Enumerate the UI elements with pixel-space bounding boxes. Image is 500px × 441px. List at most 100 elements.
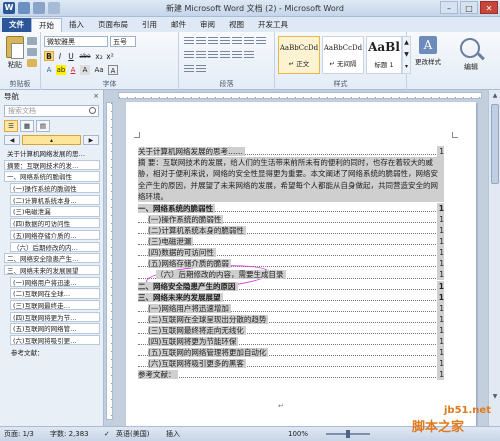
nav-prev-icon[interactable]: ◀ [4, 135, 21, 145]
paste-icon[interactable] [6, 36, 24, 59]
redo-icon[interactable] [48, 2, 60, 14]
toc-entry[interactable]: 关于计算机网络发展的思考…… 1 [138, 146, 444, 157]
font-color-button[interactable]: A [68, 65, 78, 75]
nav-heading-item[interactable]: (一)网络用户将迅速… [10, 276, 100, 287]
toc-entry[interactable]: (一)网络用户将迅速增加 1 [138, 302, 444, 314]
zoom-slider[interactable] [318, 430, 378, 438]
align-left-icon[interactable] [184, 51, 194, 60]
nav-heading-item[interactable]: (六)互联网将吸引更… [10, 335, 100, 346]
text-effects-button[interactable]: A [44, 65, 54, 75]
line-spacing-icon[interactable] [244, 51, 254, 60]
nav-heading-item[interactable]: (四)互联网将更为节… [10, 311, 100, 322]
nav-heading-item[interactable]: 一、网络系统的脆弱性 [4, 171, 100, 182]
bold-button[interactable]: B [44, 51, 54, 61]
toc-entry[interactable]: （六）后期修改的内容，需要生成目录 1 [138, 269, 444, 281]
font-size-select[interactable]: 五号 [110, 36, 136, 47]
styles-scroll-buttons[interactable]: ▲ ▼ ▾ [402, 36, 411, 74]
toc-entry[interactable]: (三)电磁泄漏 1 [138, 236, 444, 248]
minimize-button[interactable]: – [440, 1, 458, 14]
multilevel-list-icon[interactable] [208, 37, 218, 46]
maximize-button[interactable]: □ [460, 1, 478, 14]
nav-heading-selector[interactable]: ▴ [22, 135, 81, 145]
toc-entry[interactable]: (四)互联网将更为节能环保 1 [138, 336, 444, 348]
nav-next-icon[interactable]: ▶ [82, 135, 100, 145]
status-language[interactable]: 英语(美国) [116, 427, 149, 441]
toc-entry[interactable]: (二)计算机系统本身的脆弱性 1 [138, 225, 444, 237]
tab-page-layout[interactable]: 页面布局 [91, 18, 135, 32]
tab-references[interactable]: 引用 [135, 18, 164, 32]
status-proofing-icon[interactable]: ✓ [104, 427, 110, 441]
status-word-count[interactable]: 字数: 2,383 [50, 427, 89, 441]
tab-view[interactable]: 视图 [222, 18, 251, 32]
nav-heading-item[interactable]: (三)电磁泄漏 [10, 206, 100, 217]
numbering-icon[interactable] [196, 37, 206, 46]
browse-pages-tab[interactable]: ▦ [20, 120, 34, 132]
strikethrough-button[interactable]: abe [77, 51, 93, 61]
tab-review[interactable]: 审阅 [193, 18, 222, 32]
align-right-icon[interactable] [208, 51, 218, 60]
cut-icon[interactable] [27, 37, 37, 45]
tab-insert[interactable]: 插入 [62, 18, 91, 32]
toc-entry[interactable]: 参考文献： 1 [138, 369, 444, 381]
search-icon[interactable] [89, 107, 96, 114]
show-marks-icon[interactable] [256, 37, 266, 46]
font-name-select[interactable]: 微软雅黑 [44, 36, 108, 47]
close-button[interactable]: ✕ [480, 1, 498, 14]
find-icon[interactable] [460, 38, 480, 58]
tab-developer[interactable]: 开发工具 [251, 18, 295, 32]
tab-mailings[interactable]: 邮件 [164, 18, 193, 32]
shading-icon[interactable] [184, 65, 194, 74]
italic-button[interactable]: I [55, 51, 65, 61]
distribute-icon[interactable] [232, 51, 242, 60]
status-page[interactable]: 页面: 1/3 [4, 427, 34, 441]
toc-entry[interactable]: (四)数据的可访问性 1 [138, 247, 444, 259]
vertical-scrollbar[interactable]: ▲ ▼ [488, 90, 500, 426]
zoom-knob[interactable] [346, 430, 350, 438]
format-painter-icon[interactable] [27, 59, 37, 67]
highlight-button[interactable]: ab [56, 65, 66, 75]
status-insert-mode[interactable]: 插入 [166, 427, 180, 441]
nav-heading-item[interactable]: (二)互联网在全球… [10, 288, 100, 299]
browse-headings-tab[interactable]: ☰ [4, 120, 18, 132]
copy-icon[interactable] [27, 48, 37, 56]
subscript-button[interactable]: x₂ [94, 51, 104, 61]
bullets-icon[interactable] [184, 37, 194, 46]
undo-icon[interactable] [33, 2, 45, 14]
nav-heading-item[interactable]: (一)操作系统的脆弱性 [10, 183, 100, 194]
change-styles-button[interactable]: A 更改样式 [412, 34, 444, 66]
nav-heading-item[interactable]: 关于计算机网络发展的思… [4, 148, 100, 158]
align-center-icon[interactable] [196, 51, 206, 60]
scroll-down-icon[interactable]: ▼ [490, 392, 500, 402]
toc-entry[interactable]: (六)互联网将吸引更多的黑客 1 [138, 358, 444, 370]
tab-home[interactable]: 开始 [31, 18, 62, 32]
sort-icon[interactable] [244, 37, 254, 46]
char-border-button[interactable]: A [108, 65, 118, 75]
decrease-indent-icon[interactable] [220, 37, 230, 46]
increase-indent-icon[interactable] [232, 37, 242, 46]
abstract-paragraph[interactable]: 摘 要：互联网技术的发展，给人们的生活带来前所未有的便利的同时，也存在着较大的威… [138, 157, 444, 202]
vertical-ruler[interactable] [106, 102, 113, 420]
nav-heading-item[interactable]: (三)互联网最终走… [10, 299, 100, 311]
nav-heading-item[interactable]: 摘要：互联网技术的发… [4, 159, 100, 170]
nav-heading-item[interactable]: 二、网络安全隐患产生… [4, 253, 100, 264]
horizontal-ruler[interactable] [118, 92, 482, 99]
style-no-spacing[interactable]: AaBbCcDd ↵ 无间隔 [322, 36, 364, 74]
nav-heading-item[interactable]: 三、网络未来的发展展望 [4, 264, 100, 276]
toc-entry[interactable]: 二、网络安全隐患产生的原因 1 [138, 280, 444, 292]
toc-entry[interactable]: (五)互联网的网络管理将更加自动化 1 [138, 347, 444, 359]
underline-button[interactable]: U [66, 51, 76, 61]
nav-search-input[interactable]: 搜索文档 [4, 105, 99, 117]
save-icon[interactable] [18, 2, 30, 14]
toc-entry[interactable]: (五)网络存储介质的脆弱 1 [138, 258, 444, 270]
borders-icon[interactable] [196, 65, 206, 74]
scroll-thumb[interactable] [491, 104, 499, 184]
nav-heading-item[interactable]: (五)网络存储介质的… [10, 229, 100, 241]
change-case-button[interactable]: Aa [92, 65, 106, 75]
toc-entry[interactable]: (一)操作系统的脆弱性 1 [138, 214, 444, 225]
style-normal[interactable]: AaBbCcDd ↵ 正文 [278, 36, 320, 74]
nav-heading-item[interactable]: (二)计算机系统本身… [10, 194, 100, 206]
superscript-button[interactable]: x² [105, 51, 115, 61]
nav-heading-item[interactable]: (五)互联网的网络管… [10, 323, 100, 334]
toc-entry[interactable]: (三)互联网最终将走向无线化 1 [138, 324, 444, 336]
scroll-up-icon[interactable]: ▲ [490, 91, 500, 101]
